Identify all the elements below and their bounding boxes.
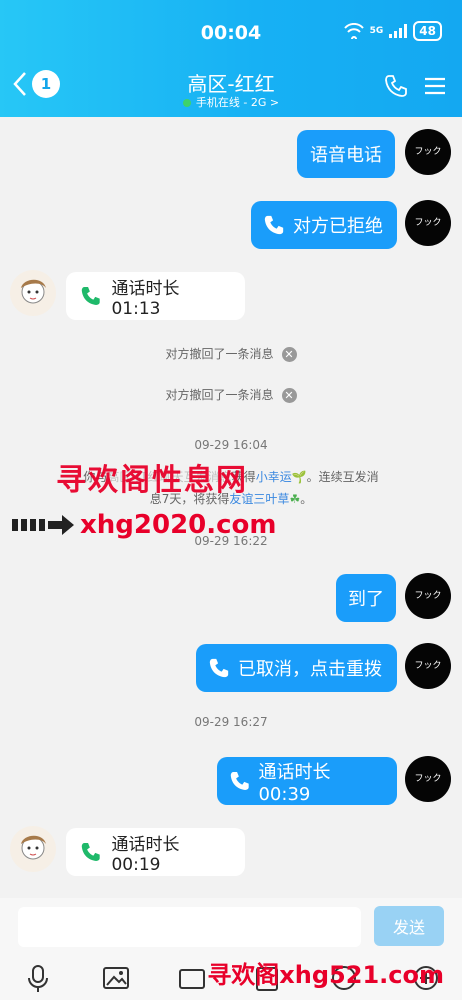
close-icon[interactable]: ✕ bbox=[281, 347, 297, 362]
phone-icon bbox=[230, 772, 249, 790]
microphone-icon[interactable] bbox=[26, 964, 50, 994]
call-bubble[interactable]: 通话时长 01:13 bbox=[66, 272, 245, 320]
avatar-text: フック bbox=[414, 147, 442, 157]
watermark-text: 寻欢阁性息网 bbox=[56, 463, 248, 498]
hotspot-icon bbox=[343, 23, 364, 39]
avatar-text: フック bbox=[414, 218, 442, 228]
status-bar: 00:04 5G 48 bbox=[0, 0, 462, 62]
contact-avatar[interactable] bbox=[10, 826, 56, 872]
system-text: 。 bbox=[300, 492, 313, 506]
message-text: 通话时长 01:13 bbox=[111, 278, 180, 319]
battery-icon: 48 bbox=[413, 21, 442, 41]
online-status-text: 手机在线 - 2G > bbox=[195, 96, 280, 109]
top-bar: 00:04 5G 48 1 高区-红红 手机在线 - 2G > bbox=[0, 0, 462, 117]
my-avatar[interactable]: フック bbox=[405, 200, 451, 246]
call-bubble[interactable]: 对方已拒绝 bbox=[251, 201, 397, 249]
timestamp: 09-29 16:27 bbox=[194, 715, 268, 729]
avatar-image bbox=[21, 279, 46, 304]
lucky-link[interactable]: 小幸运 bbox=[256, 470, 292, 484]
battery-level: 48 bbox=[419, 24, 436, 38]
message-bubble[interactable]: 到了 bbox=[336, 574, 396, 622]
clover-icon: ☘ bbox=[289, 492, 301, 506]
avatar-text: フック bbox=[414, 661, 442, 671]
message-text: 语音电话 bbox=[310, 145, 382, 166]
header-actions bbox=[384, 74, 446, 98]
phone-icon bbox=[81, 843, 100, 861]
message-input[interactable] bbox=[18, 907, 361, 947]
send-button[interactable]: 发送 bbox=[374, 906, 444, 946]
watermark-bottom: 寻欢阁xhg521.com bbox=[207, 961, 444, 989]
my-avatar[interactable]: フック bbox=[405, 573, 451, 619]
call-bubble[interactable]: 通话时长 00:39 bbox=[217, 757, 397, 805]
call-bubble[interactable]: 通话时长 00:19 bbox=[66, 828, 245, 876]
message-bubble[interactable]: 语音电话 bbox=[297, 130, 395, 178]
notice-text: 对方撤回了一条消息 bbox=[165, 388, 274, 402]
image-icon[interactable] bbox=[102, 964, 130, 992]
status-icons: 5G 48 bbox=[343, 21, 442, 41]
my-avatar[interactable]: フック bbox=[405, 643, 451, 689]
sprout-icon: 🌱 bbox=[291, 470, 307, 484]
message-text: 已取消，点击重拨 bbox=[238, 659, 382, 680]
contact-avatar[interactable] bbox=[10, 270, 56, 316]
input-bar: 发送 bbox=[0, 898, 462, 958]
phone-icon bbox=[209, 658, 229, 678]
watermark-url: xhg2020.com bbox=[80, 510, 277, 540]
recall-notice: 对方撤回了一条消息 ✕ bbox=[0, 386, 462, 403]
avatar-image bbox=[21, 835, 46, 860]
recall-notice: 对方撤回了一条消息 ✕ bbox=[0, 345, 462, 362]
phone-icon bbox=[264, 215, 284, 235]
online-dot bbox=[182, 99, 191, 107]
arrow-icon bbox=[12, 515, 74, 535]
system-text: 。连续互发消 bbox=[306, 470, 379, 484]
message-text: 对方已拒绝 bbox=[293, 216, 383, 237]
notice-text: 对方撤回了一条消息 bbox=[165, 347, 274, 361]
signal-icon bbox=[389, 24, 408, 38]
chat-header: 1 高区-红红 手机在线 - 2G > bbox=[0, 62, 462, 117]
close-icon[interactable]: ✕ bbox=[281, 388, 297, 403]
phone-icon bbox=[81, 287, 100, 305]
timestamp: 09-29 16:04 bbox=[194, 438, 268, 452]
avatar-text: フック bbox=[414, 591, 442, 601]
camera-icon[interactable] bbox=[178, 964, 206, 992]
message-text: 通话时长 00:19 bbox=[111, 834, 180, 875]
call-bubble[interactable]: 已取消，点击重拨 bbox=[196, 644, 397, 692]
menu-icon[interactable] bbox=[424, 76, 446, 96]
my-avatar[interactable]: フック bbox=[405, 756, 451, 802]
network-label: 5G bbox=[369, 26, 384, 36]
message-text: 通话时长 00:39 bbox=[258, 761, 331, 805]
avatar-text: フック bbox=[414, 774, 442, 784]
phone-icon[interactable] bbox=[384, 74, 408, 98]
message-text: 到了 bbox=[348, 589, 384, 610]
my-avatar[interactable]: フック bbox=[405, 129, 451, 175]
